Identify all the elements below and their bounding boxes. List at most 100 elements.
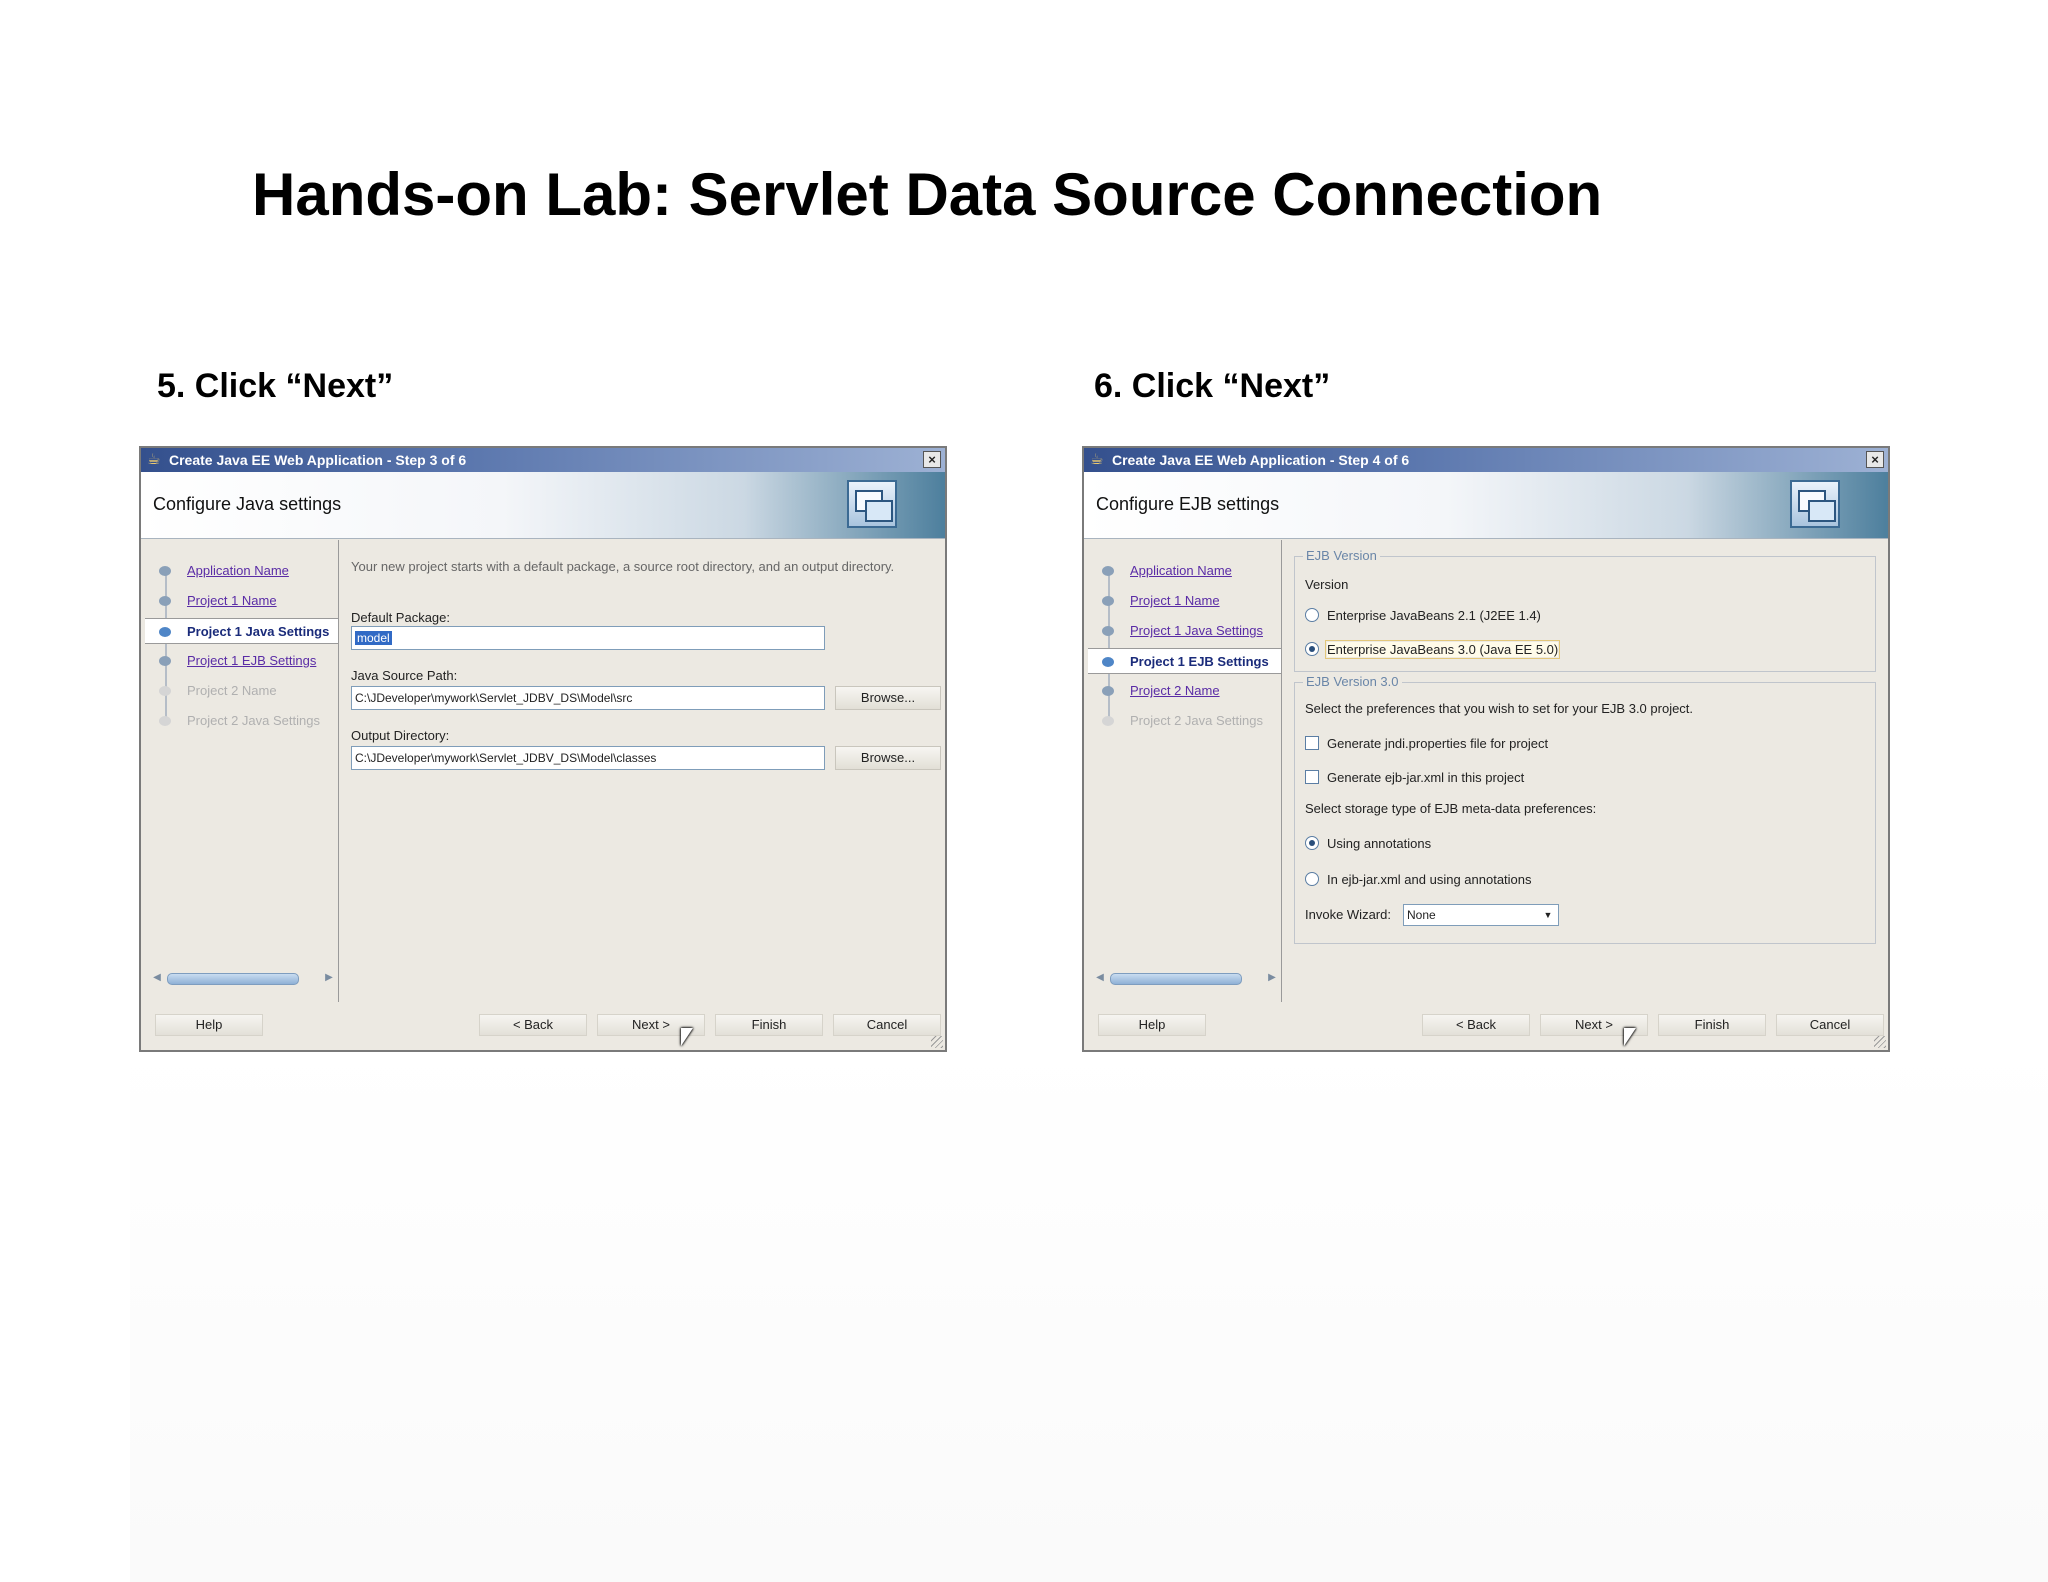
radio-label: Enterprise JavaBeans 3.0 (Java EE 5.0) (1324, 640, 1561, 659)
nav-label: Project 1 Name (1130, 593, 1220, 608)
output-directory-label: Output Directory: (351, 728, 450, 743)
step-icon (1102, 716, 1114, 726)
ejb-version-group: EJB Version Version Enterprise JavaBeans… (1294, 548, 1876, 672)
nav-label: Project 1 Name (187, 593, 277, 608)
cancel-button[interactable]: Cancel (1776, 1014, 1884, 1036)
window-title: Create Java EE Web Application - Step 3 … (169, 452, 467, 468)
scroll-left-icon[interactable]: ◀ (151, 970, 163, 986)
close-button[interactable]: × (1866, 451, 1884, 468)
dialog-titlebar[interactable]: ☕ Create Java EE Web Application - Step … (1084, 448, 1888, 472)
nav-item-project-1-java-settings[interactable]: Project 1 Java Settings (145, 618, 338, 644)
window-title: Create Java EE Web Application - Step 4 … (1112, 452, 1410, 468)
back-button[interactable]: < Back (1422, 1014, 1530, 1036)
ejb-3-0-radio[interactable]: Enterprise JavaBeans 3.0 (Java EE 5.0) (1305, 640, 1561, 659)
step-icon (159, 566, 171, 576)
nav-label: Application Name (1130, 563, 1232, 578)
scroll-thumb[interactable] (1110, 973, 1242, 985)
step-icon (159, 656, 171, 666)
scroll-thumb[interactable] (167, 973, 299, 985)
using-annotations-radio[interactable]: Using annotations (1305, 835, 1431, 853)
browse-source-button[interactable]: Browse... (835, 686, 941, 710)
nav-item-project-2-java-settings: Project 2 Java Settings (145, 708, 338, 734)
step-icon (1102, 626, 1114, 636)
slide-background (130, 1040, 2048, 1582)
checkbox-label: Generate jndi.properties file for projec… (1327, 736, 1549, 751)
nav-item-application-name[interactable]: Application Name (145, 558, 338, 584)
preferences-text: Select the preferences that you wish to … (1305, 701, 1694, 716)
wizard-step-nav: Application Name Project 1 Name Project … (1088, 540, 1282, 1002)
help-button[interactable]: Help (1098, 1014, 1206, 1036)
nav-item-project-1-java-settings[interactable]: Project 1 Java Settings (1088, 618, 1281, 644)
wizard-banner: Configure EJB settings (1084, 472, 1888, 539)
jdeveloper-icon: ☕ (147, 451, 161, 468)
nav-label: Project 1 Java Settings (187, 624, 330, 639)
invoke-wizard-select[interactable]: None ▼ (1403, 904, 1559, 926)
ejb-settings-content: EJB Version Version Enterprise JavaBeans… (1290, 540, 1882, 1002)
finish-button[interactable]: Finish (1658, 1014, 1766, 1036)
default-package-input[interactable]: model (351, 626, 825, 650)
checkbox-label: Generate ejb-jar.xml in this project (1327, 770, 1525, 785)
resize-grip[interactable] (931, 1036, 943, 1048)
scroll-left-icon[interactable]: ◀ (1094, 970, 1106, 986)
nav-item-project-2-name: Project 2 Name (145, 678, 338, 704)
invoke-wizard-label: Invoke Wizard: (1305, 907, 1391, 922)
step-6-caption: 6. Click “Next” (1094, 367, 1331, 405)
default-package-label: Default Package: (351, 610, 451, 625)
storage-text: Select storage type of EJB meta-data pre… (1305, 801, 1597, 816)
step-icon (1102, 566, 1114, 576)
dialog-button-row: Help < Back Next > Finish Cancel (141, 1006, 945, 1046)
generate-ejb-jar-checkbox[interactable]: Generate ejb-jar.xml in this project (1305, 769, 1524, 787)
generate-jndi-checkbox[interactable]: Generate jndi.properties file for projec… (1305, 735, 1548, 753)
step-5-caption: 5. Click “Next” (157, 367, 394, 405)
dialog-titlebar[interactable]: ☕ Create Java EE Web Application - Step … (141, 448, 945, 472)
banner-heading: Configure EJB settings (1096, 494, 1280, 514)
group-legend: EJB Version (1303, 548, 1380, 563)
finish-button[interactable]: Finish (715, 1014, 823, 1036)
nav-label: Project 1 Java Settings (1130, 623, 1263, 638)
nav-label: Project 2 Name (187, 683, 277, 698)
step-icon (159, 627, 171, 637)
back-button[interactable]: < Back (479, 1014, 587, 1036)
wizard-banner: Configure Java settings (141, 472, 945, 539)
nav-item-project-1-ejb-settings[interactable]: Project 1 EJB Settings (1088, 648, 1281, 674)
output-directory-input[interactable]: C:\JDeveloper\mywork\Servlet_JDBV_DS\Mod… (351, 746, 825, 770)
ejb-3-0-group: EJB Version 3.0 Select the preferences t… (1294, 674, 1876, 944)
nav-item-application-name[interactable]: Application Name (1088, 558, 1281, 584)
nav-item-project-1-ejb-settings[interactable]: Project 1 EJB Settings (145, 648, 338, 674)
jdeveloper-icon: ☕ (1090, 451, 1104, 468)
close-button[interactable]: × (923, 451, 941, 468)
step-icon (159, 596, 171, 606)
group-legend: EJB Version 3.0 (1303, 674, 1402, 689)
banner-heading: Configure Java settings (153, 494, 342, 514)
ejb-2-1-radio[interactable]: Enterprise JavaBeans 2.1 (J2EE 1.4) (1305, 607, 1541, 625)
java-settings-dialog: ☕ Create Java EE Web Application - Step … (139, 446, 947, 1052)
nav-scrollbar[interactable]: ◀ ▶ (1094, 970, 1278, 986)
scroll-right-icon[interactable]: ▶ (323, 970, 335, 986)
nav-item-project-2-name[interactable]: Project 2 Name (1088, 678, 1281, 704)
chevron-down-icon[interactable]: ▼ (1540, 907, 1556, 923)
nav-item-project-1-name[interactable]: Project 1 Name (145, 588, 338, 614)
scroll-right-icon[interactable]: ▶ (1266, 970, 1278, 986)
nav-scrollbar[interactable]: ◀ ▶ (151, 970, 335, 986)
help-button[interactable]: Help (155, 1014, 263, 1036)
nav-item-project-2-java-settings: Project 2 Java Settings (1088, 708, 1281, 734)
resize-grip[interactable] (1874, 1036, 1886, 1048)
select-value: None (1407, 908, 1436, 922)
java-source-path-input[interactable]: C:\JDeveloper\mywork\Servlet_JDBV_DS\Mod… (351, 686, 825, 710)
intro-text: Your new project starts with a default p… (351, 559, 895, 574)
nav-label: Project 1 EJB Settings (187, 653, 317, 668)
nav-label: Project 2 Java Settings (187, 713, 320, 728)
browse-output-button[interactable]: Browse... (835, 746, 941, 770)
radio-label: Using annotations (1327, 836, 1432, 851)
step-icon (1102, 596, 1114, 606)
cancel-button[interactable]: Cancel (833, 1014, 941, 1036)
nav-item-project-1-name[interactable]: Project 1 Name (1088, 588, 1281, 614)
radio-label: In ejb-jar.xml and using annotations (1327, 872, 1532, 887)
java-source-path-label: Java Source Path: (351, 668, 458, 683)
nav-label: Application Name (187, 563, 289, 578)
wizard-windows-icon (847, 480, 897, 528)
step-icon (1102, 657, 1114, 667)
ejb-jar-annotations-radio[interactable]: In ejb-jar.xml and using annotations (1305, 871, 1532, 889)
java-settings-content: Your new project starts with a default p… (347, 540, 941, 1002)
nav-label: Project 2 Java Settings (1130, 713, 1263, 728)
